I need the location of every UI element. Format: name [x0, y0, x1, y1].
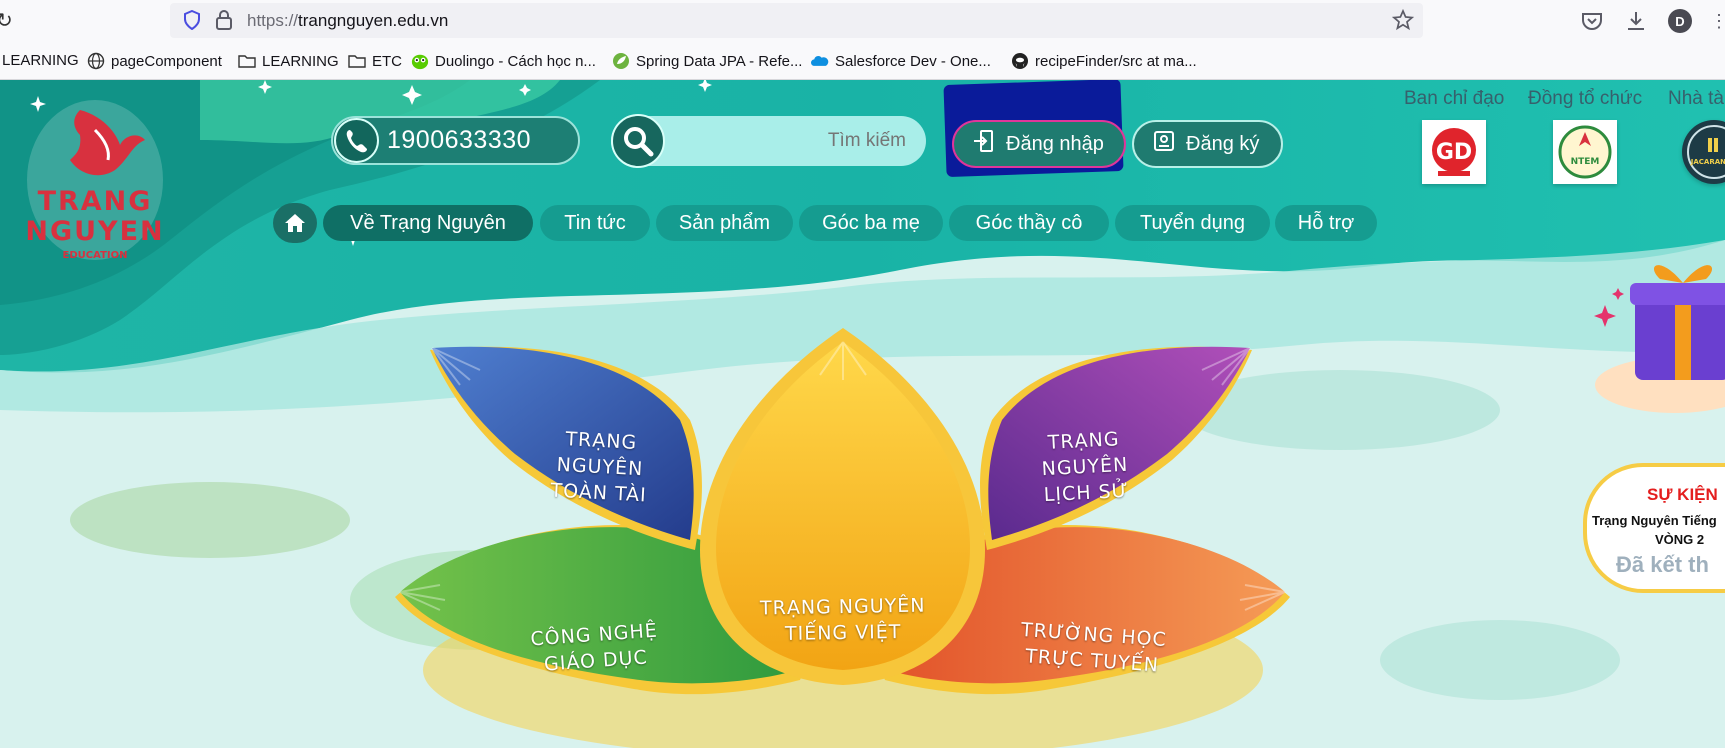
hotline-pill[interactable]: 1900633330 [331, 116, 580, 165]
bookmark-github[interactable]: recipeFinder/src at ma... [1011, 52, 1197, 70]
extensions-icon[interactable]: ⋮ [1710, 9, 1725, 33]
nav-parents[interactable]: Góc ba mẹ [799, 205, 943, 241]
event-card[interactable]: SỰ KIỆN Trạng Nguyên Tiếng VÒNG 2 Đã kết… [1583, 463, 1725, 593]
sponsor-label-steering: Ban chỉ đạo [1404, 88, 1505, 109]
petal-line: TRẠNG NGUYÊN [759, 594, 926, 620]
bookmarks-bar: LEARNING pageComponent LEARNING ETC Duol… [0, 42, 1725, 80]
bookmark-label: Spring Data JPA - Refe... [636, 52, 803, 70]
search-input[interactable] [706, 130, 906, 152]
url-host: trangnguyen.edu.vn [298, 11, 449, 30]
nav-label: Tuyển dụng [1140, 211, 1245, 234]
nav-products[interactable]: Sản phẩm [656, 205, 793, 241]
nav-news[interactable]: Tin tức [540, 205, 650, 241]
hotline-number: 1900633330 [387, 126, 532, 154]
duolingo-icon [411, 52, 429, 70]
event-status: Đã kết th [1616, 552, 1709, 577]
svg-text:GD: GD [1436, 140, 1472, 165]
nav-teachers[interactable]: Góc thầy cô [949, 205, 1109, 241]
url-bar[interactable]: https://trangnguyen.edu.vn [170, 3, 1423, 38]
site-logo[interactable]: TRANG NGUYEN EDUCATION [20, 90, 170, 270]
github-icon [1011, 52, 1029, 70]
shield-icon[interactable] [182, 10, 202, 30]
svg-text:NTEM: NTEM [1571, 157, 1600, 167]
nav-support[interactable]: Hỗ trợ [1275, 205, 1377, 241]
url-text[interactable]: https://trangnguyen.edu.vn [247, 11, 448, 31]
sponsor-logo-gd[interactable]: GD [1422, 120, 1486, 184]
nav-label: Góc thầy cô [975, 211, 1083, 234]
pocket-icon[interactable] [1580, 9, 1604, 33]
nav-label: Góc ba mẹ [822, 211, 920, 234]
petal-tieng-viet[interactable]: TRẠNG NGUYÊN TIẾNG VIỆT [733, 592, 954, 648]
nav-label: Hỗ trợ [1297, 211, 1355, 234]
svg-text:NGUYEN: NGUYEN [25, 216, 164, 247]
event-round: VÒNG 2 [1655, 532, 1705, 547]
folder-icon [348, 52, 366, 70]
home-icon [285, 214, 305, 232]
event-title: SỰ KIỆN [1647, 485, 1718, 504]
bookmark-label: ETC [372, 52, 402, 70]
bookmark-pagecomponent[interactable]: pageComponent [87, 52, 222, 70]
register-icon [1152, 129, 1176, 159]
nav-label: Sản phẩm [678, 211, 771, 234]
petal-toan-tai[interactable]: TRẠNG NGUYÊN TOÀN TÀI [518, 424, 682, 510]
bookmark-label: Salesforce Dev - One... [835, 52, 991, 70]
bookmark-label: LEARNING [2, 52, 79, 69]
search-box[interactable] [611, 114, 926, 168]
bookmark-etc[interactable]: ETC [348, 52, 402, 70]
sponsor-label-coorganizer: Đồng tổ chức [1528, 88, 1643, 109]
svg-text:TRANG: TRANG [38, 186, 153, 217]
download-icon[interactable] [1624, 9, 1648, 33]
spring-icon [612, 52, 630, 70]
nav-about[interactable]: Về Trạng Nguyên [323, 205, 533, 241]
register-label: Đăng ký [1186, 132, 1260, 155]
register-button[interactable]: Đăng ký [1132, 120, 1283, 168]
search-icon[interactable] [611, 114, 665, 168]
login-icon [972, 129, 996, 159]
globe-icon [87, 52, 105, 70]
sponsor-logo-jacaranda[interactable]: JACARANDA [1682, 120, 1725, 184]
petal-line: TIẾNG VIỆT [784, 620, 902, 646]
folder-icon [238, 52, 256, 70]
browser-toolbar: ↻ https://trangnguyen.edu.vn D ⋮ [0, 0, 1725, 42]
home-button[interactable] [273, 203, 317, 243]
sponsor-logo-ntem[interactable]: NTEM [1553, 120, 1617, 184]
bookmark-duolingo[interactable]: Duolingo - Cách học n... [411, 52, 596, 70]
login-label: Đăng nhập [1006, 132, 1104, 155]
website-viewport: TRANG NGUYEN EDUCATION 1900633330 Đăng n… [0, 80, 1725, 748]
bookmark-learning-2[interactable]: LEARNING [238, 52, 339, 70]
svg-text:EDUCATION: EDUCATION [63, 250, 128, 261]
profile-initial: D [1675, 13, 1685, 29]
event-subtitle: Trạng Nguyên Tiếng [1592, 513, 1717, 528]
petal-lich-su[interactable]: TRẠNG NGUYÊN LỊCH SỬ [1003, 424, 1167, 510]
bookmark-label: LEARNING [262, 52, 339, 70]
profile-avatar[interactable]: D [1668, 9, 1692, 33]
star-icon[interactable] [1392, 9, 1414, 31]
bookmark-label: Duolingo - Cách học n... [435, 52, 596, 70]
bookmark-label: pageComponent [111, 52, 222, 70]
nav-label: Về Trạng Nguyên [350, 211, 506, 234]
reload-icon[interactable]: ↻ [0, 8, 13, 33]
svg-text:JACARANDA: JACARANDA [1690, 158, 1725, 166]
phone-icon [334, 118, 379, 163]
bookmark-label: recipeFinder/src at ma... [1035, 52, 1197, 70]
sponsor-label-sponsor: Nhà tà [1668, 88, 1724, 109]
nav-careers[interactable]: Tuyển dụng [1115, 205, 1270, 241]
login-button[interactable]: Đăng nhập [952, 120, 1126, 168]
lock-icon[interactable] [214, 10, 234, 30]
nav-label: Tin tức [564, 211, 626, 234]
bookmark-salesforce[interactable]: Salesforce Dev - One... [811, 52, 991, 70]
url-protocol: https:// [247, 11, 299, 30]
bookmark-learning-1[interactable]: LEARNING [2, 52, 79, 69]
salesforce-icon [811, 52, 829, 70]
bookmark-spring[interactable]: Spring Data JPA - Refe... [612, 52, 802, 70]
